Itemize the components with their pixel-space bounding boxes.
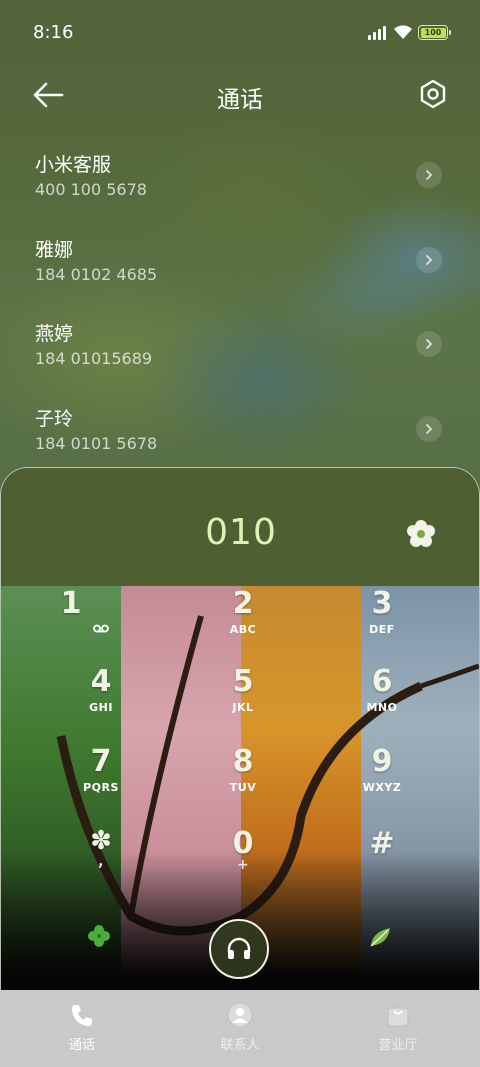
- battery-level: 100: [420, 27, 446, 38]
- headset-icon: [227, 937, 251, 959]
- key-letters: ABC: [229, 623, 257, 636]
- tab-label: 通话: [68, 1038, 95, 1053]
- contact-number: 184 01015689: [35, 349, 153, 368]
- bottom-tab-bar: 通话 联系人 营业厅: [0, 990, 480, 1067]
- contact-row[interactable]: 小米客服 400 100 5678: [0, 140, 480, 220]
- key-digit: 7: [90, 744, 112, 779]
- key-digit: 2: [232, 586, 254, 621]
- key-letters: TUV: [229, 781, 257, 794]
- call-button[interactable]: [209, 919, 269, 979]
- key-digit: 4: [90, 664, 112, 699]
- dialer-display: 010: [1, 468, 479, 588]
- wifi-icon: [394, 25, 412, 39]
- contact-row[interactable]: 雅娜 184 0102 4685: [0, 225, 480, 305]
- contact-name: 雅娜: [35, 239, 74, 261]
- cellular-signal-icon: [368, 26, 386, 40]
- contact-row[interactable]: 燕婷 184 01015689: [0, 309, 480, 389]
- contact-name: 燕婷: [35, 323, 74, 345]
- contact-name: 小米客服: [35, 154, 112, 176]
- bag-icon: [387, 1007, 409, 1027]
- phone-icon: [72, 1005, 92, 1026]
- key-8[interactable]: 8 TUV: [183, 744, 303, 824]
- voicemail-icon: [93, 624, 109, 633]
- status-bar: 8:16 100: [0, 0, 480, 68]
- key-letters: JKL: [232, 701, 254, 714]
- key-3[interactable]: 3 DEF: [322, 586, 442, 666]
- tab-label: 联系人: [220, 1038, 260, 1053]
- chevron-right-icon[interactable]: [416, 416, 442, 442]
- key-letters: GHI: [89, 701, 113, 714]
- header: 通话: [0, 72, 480, 118]
- key-2[interactable]: 2 ABC: [183, 586, 303, 666]
- contact-number: 400 100 5678: [35, 180, 147, 199]
- tab-label: 营业厅: [378, 1038, 418, 1053]
- settings-icon[interactable]: [417, 78, 449, 110]
- clover-icon[interactable]: [85, 922, 113, 950]
- battery-icon: 100: [418, 25, 451, 40]
- key-digit: 9: [371, 744, 393, 779]
- key-5[interactable]: 5 JKL: [183, 664, 303, 744]
- leaf-icon[interactable]: [368, 924, 394, 950]
- tab-contacts[interactable]: 联系人: [160, 990, 320, 1067]
- key-digit: 1: [60, 586, 82, 621]
- key-4[interactable]: 4 GHI: [41, 664, 161, 744]
- chevron-right-icon[interactable]: [416, 247, 442, 273]
- chevron-right-icon[interactable]: [416, 162, 442, 188]
- person-icon: [227, 1002, 253, 1028]
- dialer-panel: 010 1 2 ABC 3 DEF 4 GHI 5 JKL 6 MNO 7 PQ…: [0, 467, 480, 990]
- chevron-right-icon[interactable]: [416, 331, 442, 357]
- page-title: 通话: [217, 87, 263, 113]
- key-1[interactable]: 1: [41, 586, 161, 666]
- flower-icon[interactable]: [405, 518, 437, 550]
- key-6[interactable]: 6 MNO: [322, 664, 442, 744]
- key-7[interactable]: 7 PQRS: [41, 744, 161, 824]
- contact-number: 184 0102 4685: [35, 265, 158, 284]
- contact-name: 子玲: [35, 408, 74, 430]
- key-digit: 3: [371, 586, 393, 621]
- key-letters: PQRS: [83, 781, 119, 794]
- tab-calls[interactable]: 通话: [2, 990, 162, 1067]
- key-digit: 5: [232, 664, 254, 699]
- status-time: 8:16: [33, 22, 74, 43]
- key-digit: 8: [232, 744, 254, 779]
- tab-service-hall[interactable]: 营业厅: [318, 990, 478, 1067]
- key-letters: MNO: [366, 701, 398, 714]
- key-9[interactable]: 9 WXYZ: [322, 744, 442, 824]
- contact-number: 184 0101 5678: [35, 434, 158, 453]
- key-letters: WXYZ: [362, 781, 402, 794]
- key-digit: 6: [371, 664, 393, 699]
- contact-row[interactable]: 子玲 184 0101 5678: [0, 394, 480, 474]
- key-letters: DEF: [369, 623, 395, 636]
